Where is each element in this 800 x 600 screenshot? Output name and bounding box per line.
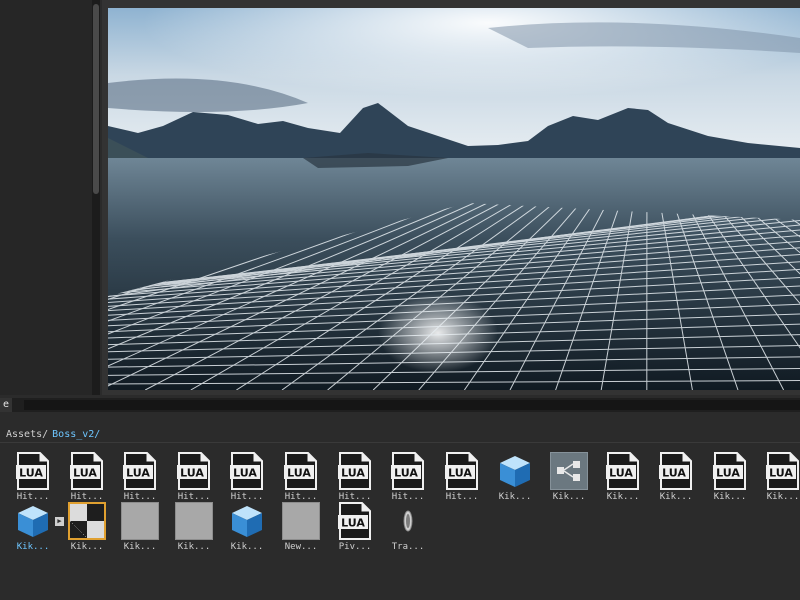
asset-item[interactable]: LUA Hit... xyxy=(118,452,162,503)
svg-text:LUA: LUA xyxy=(233,467,257,480)
lua-script-icon: LUA xyxy=(282,452,320,490)
asset-item[interactable]: LUA Kik... xyxy=(654,452,698,503)
asset-item[interactable]: Kik... xyxy=(118,502,162,553)
asset-item[interactable]: Kik... xyxy=(172,502,216,553)
transform-gizmo-icon xyxy=(389,502,427,540)
asset-label: Kik... xyxy=(606,492,640,502)
cube-model-icon: ▶ xyxy=(14,502,64,540)
asset-item[interactable]: LUA Kik... xyxy=(601,452,645,503)
scene-render xyxy=(108,8,800,390)
asset-item[interactable]: LUA Hit... xyxy=(225,452,269,503)
asset-item[interactable]: LUA Hit... xyxy=(440,452,484,503)
asset-label: Kik... xyxy=(766,492,800,502)
asset-label: Kik... xyxy=(177,542,211,552)
svg-text:LUA: LUA xyxy=(394,467,418,480)
lua-script-icon: LUA xyxy=(389,452,427,490)
grey-material-icon xyxy=(175,502,213,540)
svg-text:LUA: LUA xyxy=(19,467,43,480)
hierarchy-scrollbar[interactable] xyxy=(92,0,100,395)
asset-item[interactable]: LUA Piv... xyxy=(333,502,377,553)
breadcrumb-divider xyxy=(0,442,800,443)
scene-viewport[interactable] xyxy=(108,8,800,390)
lua-script-icon: LUA xyxy=(121,452,159,490)
asset-item[interactable]: LUA Kik... xyxy=(708,452,752,503)
asset-item[interactable]: LUA Hit... xyxy=(386,452,430,503)
lua-script-icon: LUA xyxy=(228,452,266,490)
lua-script-icon: LUA xyxy=(336,502,374,540)
svg-text:LUA: LUA xyxy=(341,517,365,530)
asset-item[interactable]: LUA Hit... xyxy=(65,452,109,503)
asset-item[interactable]: Kik... xyxy=(493,452,537,503)
lua-script-icon: LUA xyxy=(604,452,642,490)
svg-text:LUA: LUA xyxy=(126,467,150,480)
asset-label: Kik... xyxy=(552,492,586,502)
asset-item[interactable]: LUA Hit... xyxy=(172,452,216,503)
lua-script-icon: LUA xyxy=(764,452,800,490)
lua-script-icon: LUA xyxy=(336,452,374,490)
asset-label: Kik... xyxy=(70,542,104,552)
asset-label: New... xyxy=(284,542,318,552)
lua-script-icon: LUA xyxy=(657,452,695,490)
expand-arrow-icon[interactable]: ▶ xyxy=(55,517,64,526)
grey-material-icon xyxy=(282,502,320,540)
cube-model-icon xyxy=(496,452,534,490)
node-graph-icon xyxy=(550,452,588,490)
svg-text:LUA: LUA xyxy=(662,467,686,480)
asset-label: Kik... xyxy=(16,542,50,552)
asset-label: Hit... xyxy=(445,492,479,502)
asset-label: Kik... xyxy=(123,542,157,552)
svg-text:LUA: LUA xyxy=(716,467,740,480)
svg-text:LUA: LUA xyxy=(769,467,793,480)
asset-label: Tra... xyxy=(391,542,425,552)
lua-script-icon: LUA xyxy=(68,452,106,490)
asset-item[interactable]: LUA Hit... xyxy=(11,452,55,503)
asset-item[interactable]: LUA Hit... xyxy=(279,452,323,503)
breadcrumb-root[interactable]: Assets/ xyxy=(6,429,48,440)
asset-label: Kik... xyxy=(498,492,532,502)
lua-script-icon: LUA xyxy=(175,452,213,490)
asset-item[interactable]: ▶ Kik... xyxy=(11,502,64,553)
lua-script-icon: LUA xyxy=(14,452,52,490)
asset-item[interactable]: Kik... xyxy=(225,502,269,553)
breadcrumb-current[interactable]: Boss_v2/ xyxy=(52,429,100,440)
asset-item[interactable]: Kik... xyxy=(547,452,591,503)
asset-label: Piv... xyxy=(338,542,372,552)
svg-text:LUA: LUA xyxy=(73,467,97,480)
cube-model-icon xyxy=(228,502,266,540)
svg-text:LUA: LUA xyxy=(287,467,311,480)
checker-texture-icon xyxy=(68,502,106,540)
asset-item[interactable]: Kik... xyxy=(65,502,109,553)
hierarchy-panel xyxy=(0,0,92,395)
lua-script-icon: LUA xyxy=(443,452,481,490)
svg-text:LUA: LUA xyxy=(180,467,204,480)
lua-script-icon: LUA xyxy=(711,452,749,490)
asset-item[interactable]: Tra... xyxy=(386,502,430,553)
asset-panel-tab[interactable]: e xyxy=(0,398,13,412)
asset-item[interactable]: LUA Hit... xyxy=(333,452,377,503)
asset-label: Kik... xyxy=(713,492,747,502)
asset-label: Kik... xyxy=(230,542,264,552)
svg-text:LUA: LUA xyxy=(609,467,633,480)
svg-text:LUA: LUA xyxy=(448,467,472,480)
hierarchy-scrollbar-thumb[interactable] xyxy=(93,4,99,194)
svg-text:LUA: LUA xyxy=(341,467,365,480)
asset-item[interactable]: LUA Kik... xyxy=(761,452,800,503)
grey-material-icon xyxy=(121,502,159,540)
asset-item[interactable]: New... xyxy=(279,502,323,553)
asset-panel-tabbar: e xyxy=(0,398,800,412)
asset-label: Kik... xyxy=(659,492,693,502)
tabbar-empty xyxy=(24,400,800,410)
breadcrumb: Assets/Boss_v2/ xyxy=(6,429,100,441)
